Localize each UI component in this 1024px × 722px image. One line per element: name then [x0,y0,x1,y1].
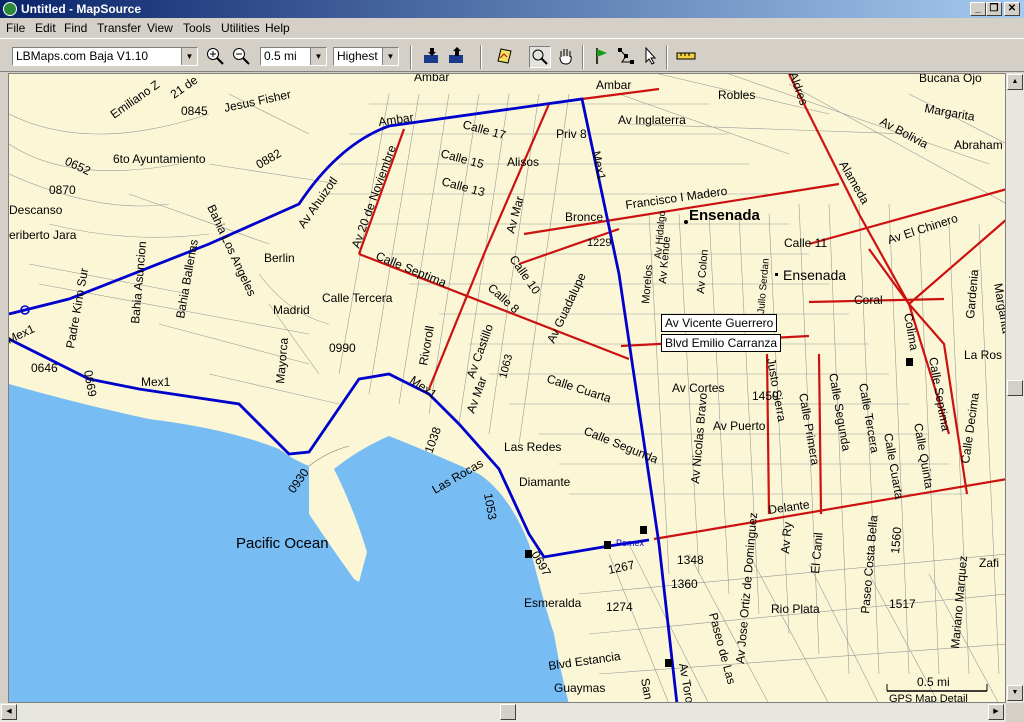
map-label: Pemex [616,538,645,548]
city-label: Ensenada [689,207,761,224]
menu-transfer[interactable]: Transfer [97,21,141,35]
menu-utilities[interactable]: Utilities [221,21,260,35]
restore-button[interactable]: ❐ [986,2,1002,16]
map-label: Calle Tercera [322,291,393,305]
map-label: Diamante [519,475,571,489]
receive-from-device-icon[interactable] [421,46,443,68]
map-label: 1360 [671,577,698,591]
map-label: 1274 [606,600,633,614]
send-to-device-icon[interactable] [446,46,468,68]
scale-label: 0.5 mi [917,675,950,689]
map-label: Av Inglaterra [618,113,686,127]
selection-arrow-icon[interactable] [640,46,662,68]
map-label: 0845 [181,104,208,118]
map-label: Ambar [596,78,631,92]
route-tool-icon[interactable] [615,46,637,68]
map-label: Abraham [954,138,1003,152]
chevron-down-icon[interactable]: ▼ [382,48,398,65]
map-select-icon[interactable] [494,46,516,68]
toolbar-separator [480,45,482,69]
menu-help[interactable]: Help [265,21,290,35]
zoom-out-icon[interactable] [230,46,252,68]
horizontal-scrollbar[interactable]: ◀ ▶ [0,703,1006,722]
minimize-button[interactable]: _ [970,2,986,16]
street-tooltip-1: Av Vicente Guerrero [661,314,778,332]
map-label: Av Ry [778,521,795,554]
scroll-corner [1006,703,1024,722]
map-label: Esmeralda [524,596,582,610]
map-label: 1560 [888,526,904,554]
menu-edit[interactable]: Edit [35,21,56,35]
measure-distance-icon[interactable] [675,46,697,68]
map-label: Calle 11 [784,236,827,250]
map-label: Alisos [507,155,539,169]
scroll-right-icon[interactable]: ▶ [988,704,1004,720]
map-label: Madrid [273,303,310,317]
map-label: Descanso [9,203,63,217]
map-label: 0870 [49,183,76,197]
zoom-tool-icon[interactable] [529,46,551,68]
map-label: 1517 [889,597,916,611]
scroll-down-icon[interactable]: ▼ [1007,685,1023,701]
map-label: Coral [854,293,883,307]
toolbar-separator [410,45,412,69]
map-product-select[interactable]: LBMaps.com Baja V1.10 ▼ [12,47,198,66]
chevron-down-icon[interactable]: ▼ [181,48,197,65]
map-label: 0646 [31,361,58,375]
map-label: Rio Plata [771,602,820,616]
map-label: Robles [718,88,755,102]
toolbar: LBMaps.com Baja V1.10 ▼ 0.5 mi ▼ Highest… [0,38,1024,72]
zoom-in-icon[interactable] [204,46,226,68]
street-tooltip-2: Blvd Emilio Carranza [661,334,782,352]
horizontal-scroll-thumb[interactable] [500,704,516,720]
scroll-left-icon[interactable]: ◀ [1,704,17,720]
city-label-secondary: Ensenada [783,267,846,283]
zoom-scale-value: 0.5 mi [264,49,297,63]
map-label: eriberto Jara [9,228,77,242]
map-label: Priv 8 [556,127,587,141]
window-title: Untitled - MapSource [21,2,142,16]
map-label: La Ros [964,348,1002,362]
map-label: 6to Ayuntamiento [113,152,206,166]
toolbar-separator [582,45,584,69]
map-label: Guaymas [554,681,605,695]
menu-view[interactable]: View [147,21,173,35]
map-label: Av Puerto [713,419,766,433]
vertical-scroll-thumb[interactable] [1007,380,1023,396]
title-bar: Untitled - MapSource _ ❐ ✕ [0,0,1024,18]
detail-level-value: Highest [337,49,378,63]
ocean-label: Pacific Ocean [236,535,329,552]
map-label: Ambar [414,74,449,84]
map-label: 0990 [329,341,356,355]
menu-find[interactable]: Find [64,21,87,35]
detail-level-select[interactable]: Highest ▼ [333,47,399,66]
chevron-down-icon[interactable]: ▼ [310,48,326,65]
map-label: Berlin [264,251,295,265]
app-icon [3,2,17,16]
map-product-value: LBMaps.com Baja V1.10 [16,49,149,63]
close-button[interactable]: ✕ [1004,2,1020,16]
scroll-up-icon[interactable]: ▲ [1007,74,1023,90]
map-detail-label: GPS Map Detail [889,693,968,703]
map-label: Bucana Ojo [919,74,982,85]
menu-file[interactable]: File [6,21,25,35]
map-label: Av Cortes [672,381,724,395]
waypoint-flag-icon[interactable] [590,46,612,68]
map-label: Bronce [565,210,603,224]
zoom-scale-select[interactable]: 0.5 mi ▼ [260,47,327,66]
menu-bar: File Edit Find Transfer View Tools Utili… [0,18,1024,38]
map-canvas[interactable]: Ambar Ambar Robles Bucana Ojo Margarita … [9,74,1006,703]
map-label: Zafi [979,556,999,570]
map-label: 1348 [677,553,704,567]
toolbar-separator [666,45,668,69]
map-label: 1229 [587,237,611,249]
vertical-scrollbar[interactable]: ▲ ▼ [1006,73,1024,703]
map-label: Las Redes [504,440,561,454]
hand-tool-icon[interactable] [555,46,577,68]
menu-tools[interactable]: Tools [183,21,211,35]
map-view[interactable]: Ambar Ambar Robles Bucana Ojo Margarita … [8,73,1006,703]
map-label: Mex1 [141,375,171,389]
